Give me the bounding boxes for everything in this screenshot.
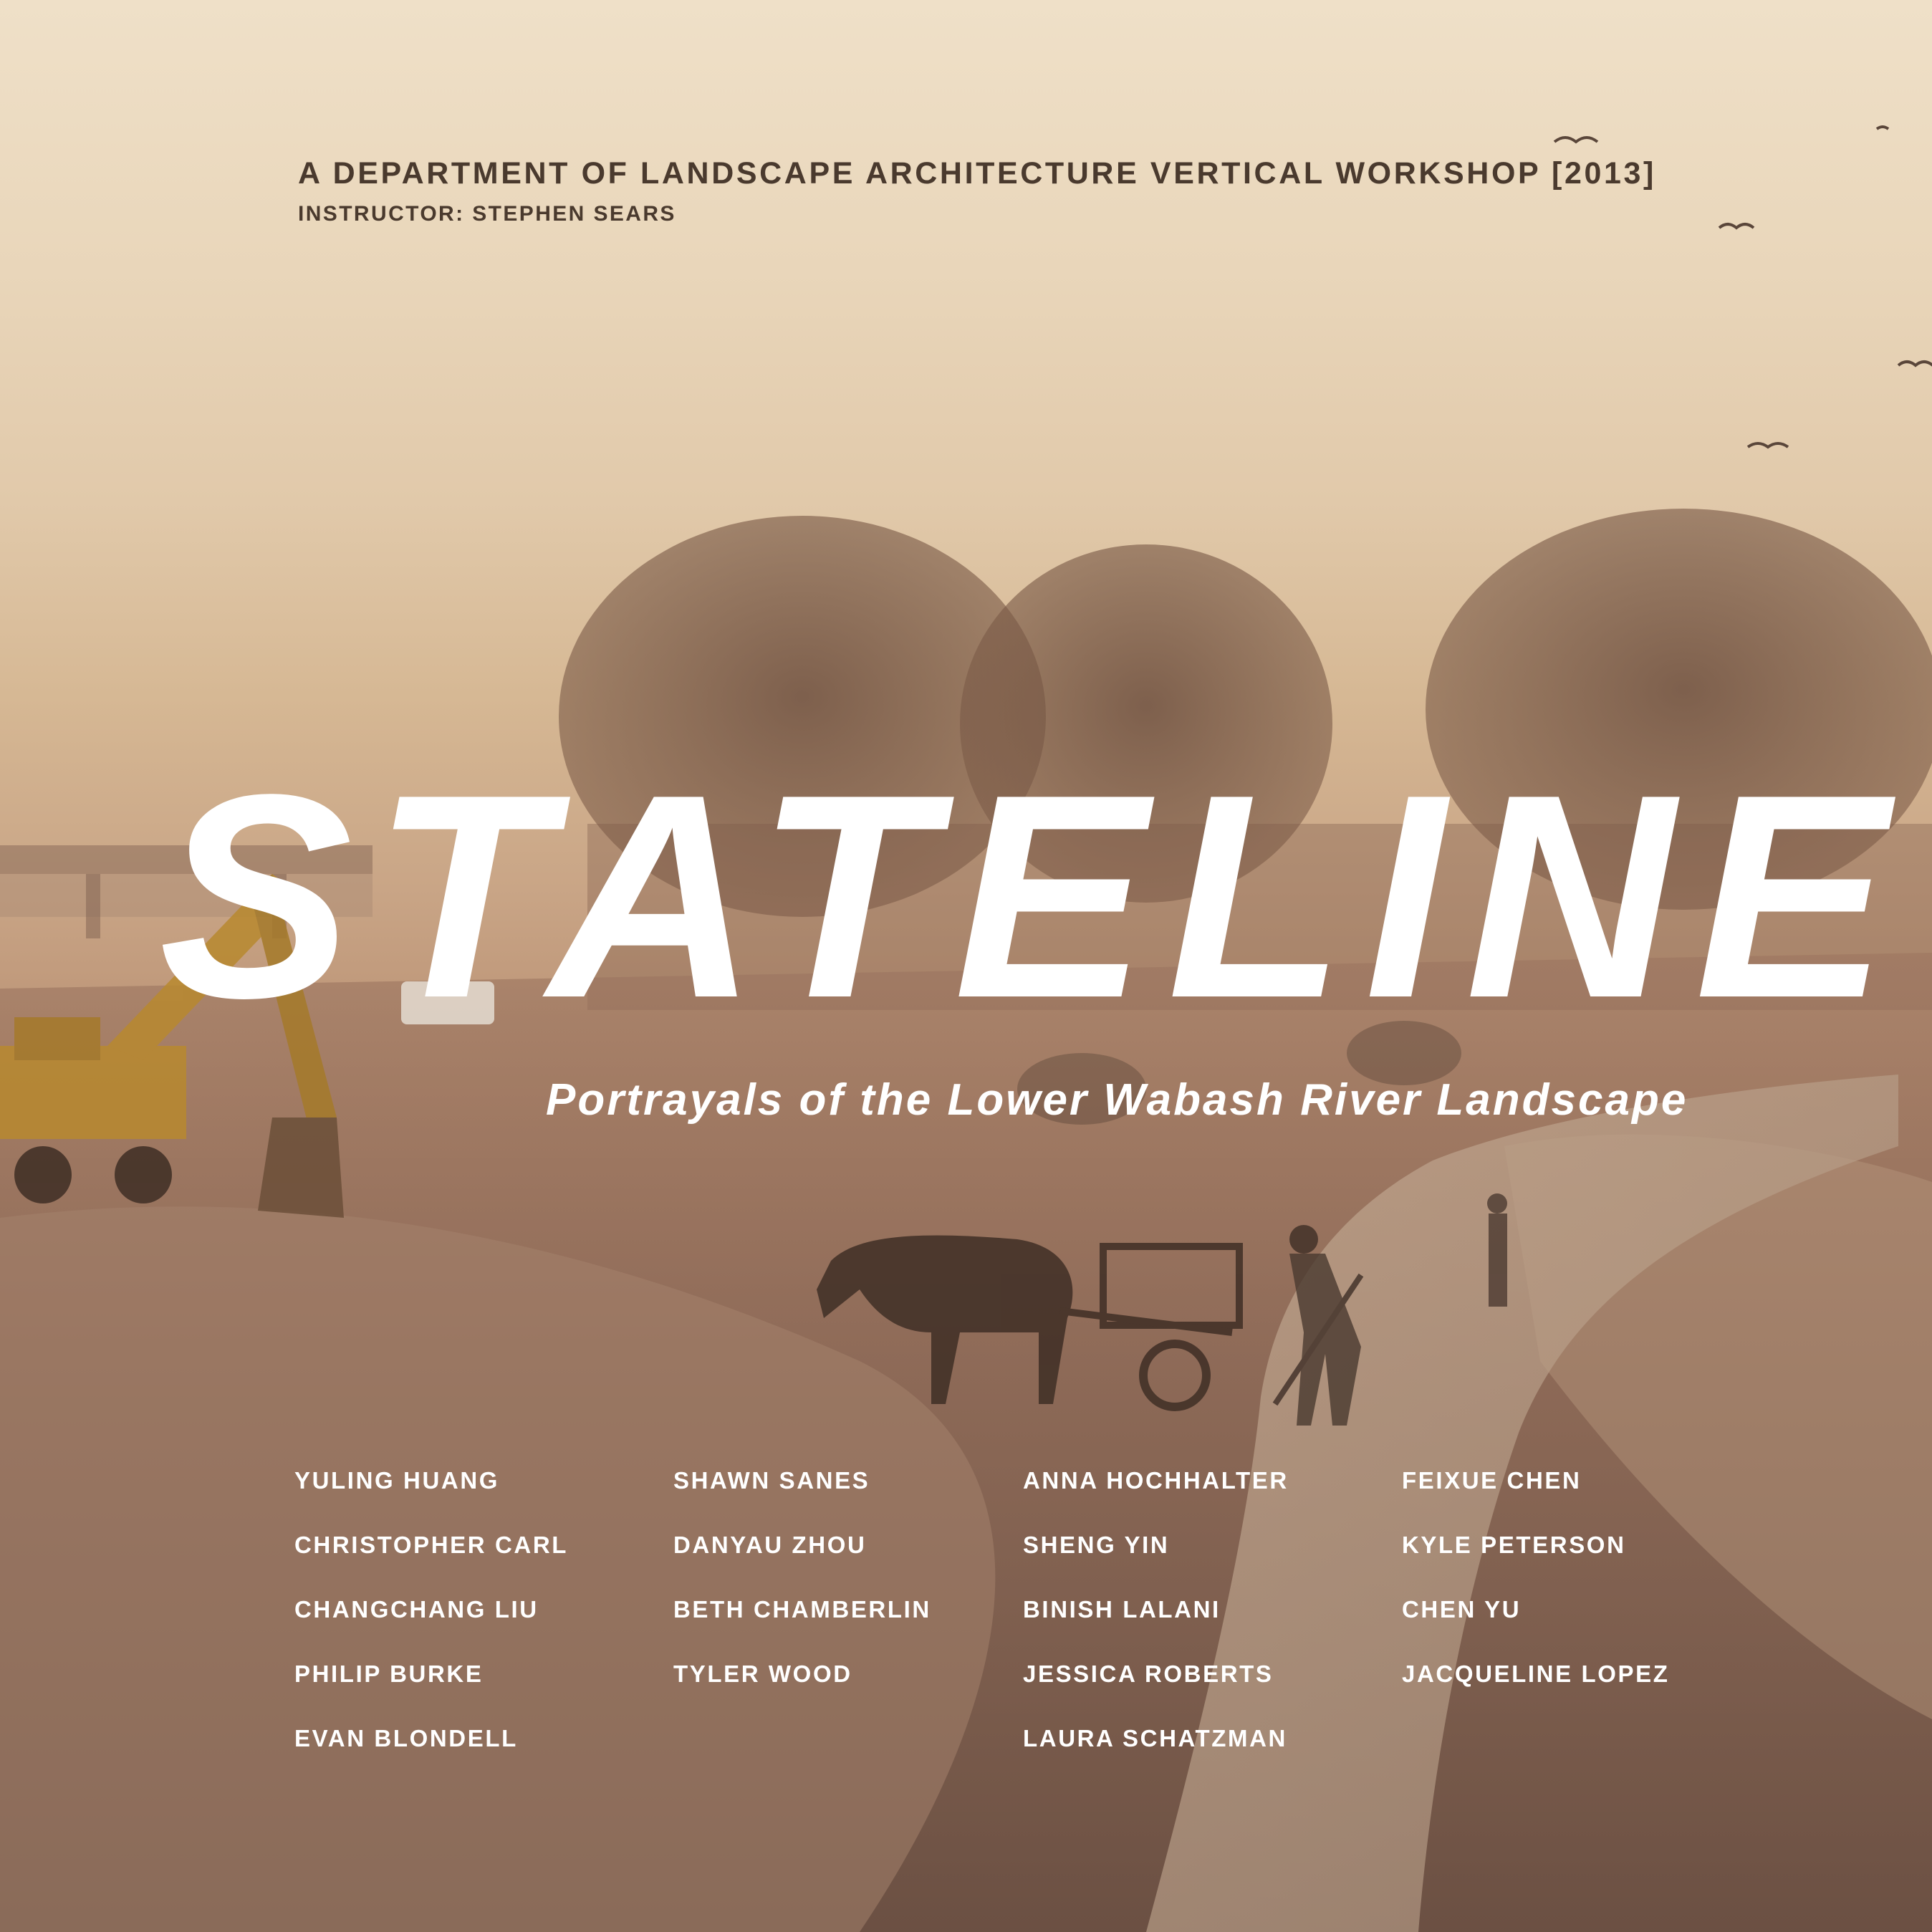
contributor-name: LAURA SCHATZMAN [1023, 1725, 1287, 1751]
contributor-name: BETH CHAMBERLIN [673, 1596, 931, 1623]
contributor-name: SHENG YIN [1023, 1532, 1170, 1558]
contributor-name: DANYAU ZHOU [673, 1532, 867, 1558]
workshop-heading: A DEPARTMENT OF LANDSCAPE ARCHITECTURE V… [298, 156, 1656, 191]
contributor-name: KYLE PETERSON [1402, 1532, 1626, 1558]
contributor-name: FEIXUE CHEN [1402, 1467, 1582, 1494]
standing-figure [1487, 1193, 1507, 1307]
contributor-name: BINISH LALANI [1023, 1596, 1221, 1623]
cover-title: STATELINE [159, 734, 1908, 1058]
bridge-pier [86, 874, 100, 938]
instructor-line: INSTRUCTOR: STEPHEN SEARS [298, 202, 676, 226]
contributor-name: ANNA HOCHHALTER [1023, 1467, 1289, 1494]
cover-subtitle: Portrayals of the Lower Wabash River Lan… [546, 1075, 1688, 1125]
contributor-name: CHEN YU [1402, 1596, 1522, 1623]
contributor-name: EVAN BLONDELL [294, 1725, 518, 1751]
contributor-name: SHAWN SANES [673, 1467, 870, 1494]
contributor-name: PHILIP BURKE [294, 1661, 484, 1687]
contributor-name: CHRISTOPHER CARL [294, 1532, 569, 1558]
contributor-name: CHANGCHANG LIU [294, 1596, 539, 1623]
contributor-name: YULING HUANG [294, 1467, 500, 1494]
contributor-name: JACQUELINE LOPEZ [1402, 1661, 1670, 1687]
contributor-name: TYLER WOOD [673, 1661, 852, 1687]
contributor-name: JESSICA ROBERTS [1023, 1661, 1274, 1687]
